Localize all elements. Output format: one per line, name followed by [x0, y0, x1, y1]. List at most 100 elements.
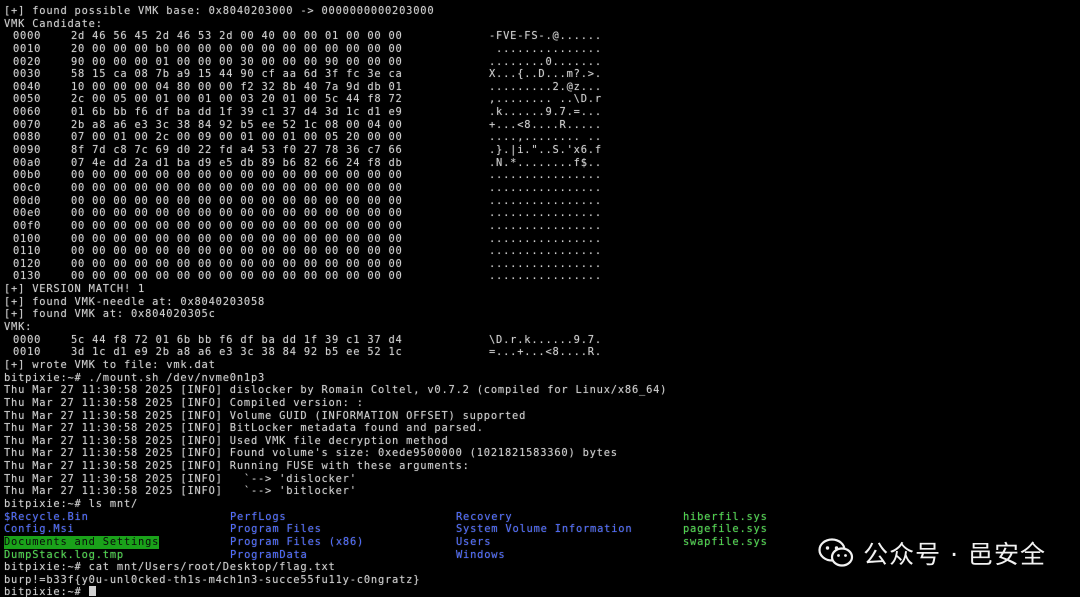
ls-entry: DumpStack.log.tmp	[4, 548, 124, 561]
hex-ascii: .........2.@z...	[489, 80, 602, 93]
hex-bytes: 10 00 00 00 04 80 00 00 f2 32 8b 40 7a 9…	[71, 80, 403, 93]
hex-ascii: ................	[489, 270, 602, 283]
output-line: [+] found VMK-needle at: 0x8040203058	[4, 295, 266, 308]
output-line: VMK Candidate:	[4, 17, 103, 30]
hex-bytes: 00 00 00 00 00 00 00 00 00 00 00 00 00 0…	[71, 181, 403, 194]
hex-ascii: X...{..D...m?.>.	[489, 68, 602, 81]
command-line: bitpixie:~# ls mnt/	[4, 497, 139, 510]
hex-bytes: 00 00 00 00 00 00 00 00 00 00 00 00 00 0…	[71, 245, 403, 258]
ls-entry: ProgramData	[230, 548, 308, 561]
watermark-text: 公众号 · 邑安全	[863, 540, 1046, 569]
hex-ascii: ................	[489, 232, 602, 245]
hexdump-row: 0050 2c 00 05 00 01 00 01 00 03 20 01 00 …	[4, 93, 1080, 106]
hexdump-row: 00e0 00 00 00 00 00 00 00 00 00 00 00 00 …	[4, 207, 1080, 220]
terminal-output: [+] found possible VMK base: 0x804020300…	[4, 5, 1080, 597]
hexdump-row: 0000 5c 44 f8 72 01 6b bb f6 df ba dd 1f …	[4, 334, 1080, 347]
hex-bytes: 00 00 00 00 00 00 00 00 00 00 00 00 00 0…	[71, 270, 403, 283]
hex-address: 0000	[13, 30, 42, 43]
hex-bytes: 58 15 ca 08 7b a9 15 44 90 cf aa 6d 3f f…	[71, 68, 403, 81]
output-line: Thu Mar 27 11:30:58 2025 [INFO] Volume G…	[4, 409, 527, 422]
prompt-line[interactable]: bitpixie:~#	[4, 586, 1080, 597]
hex-ascii: ................	[489, 219, 602, 232]
hex-bytes: 8f 7d c8 7c 69 d0 22 fd a4 53 f0 27 78 3…	[71, 144, 403, 157]
hexdump-row: 0060 01 6b bb f6 df ba dd 1f 39 c1 37 d4 …	[4, 106, 1080, 119]
hex-bytes: 07 00 01 00 2c 00 09 00 01 00 01 00 05 2…	[71, 131, 403, 144]
hex-address: 0010	[13, 42, 42, 55]
command-line: bitpixie:~# ./mount.sh /dev/nvme0n1p3	[4, 371, 266, 384]
hex-address: 0050	[13, 93, 42, 106]
output-line: VMK:	[4, 321, 33, 334]
post-output: [+] wrote VMK to file: vmk.dat bitpixie:~…	[4, 359, 1080, 511]
ls-entry: Documents and Settings	[4, 535, 160, 549]
output-line: Thu Mar 27 11:30:58 2025 [INFO] BitLocke…	[4, 422, 484, 435]
hex-bytes: 90 00 00 00 01 00 00 00 30 00 00 00 90 0…	[71, 55, 403, 68]
hex-bytes: 00 00 00 00 00 00 00 00 00 00 00 00 00 0…	[71, 232, 403, 245]
hex-address: 00e0	[13, 207, 42, 220]
hex-address: 0070	[13, 118, 42, 131]
hexdump-row: 0040 10 00 00 00 04 80 00 00 f2 32 8b 40 …	[4, 81, 1080, 94]
ls-entry: PerfLogs	[230, 510, 287, 523]
output-line: Thu Mar 27 11:30:58 2025 [INFO] dislocke…	[4, 384, 668, 397]
ls-entry: pagefile.sys	[683, 523, 768, 536]
hex-bytes: 5c 44 f8 72 01 6b bb f6 df ba dd 1f 39 c…	[71, 333, 403, 346]
hex-ascii: ................	[489, 194, 602, 207]
hex-ascii: ................	[489, 207, 602, 220]
hex-address: 00a0	[13, 156, 42, 169]
hex-ascii: ................	[489, 245, 602, 258]
hexdump-row: 0020 90 00 00 00 01 00 00 00 30 00 00 00 …	[4, 56, 1080, 69]
hex-ascii: ................	[489, 257, 602, 270]
hexdump-row: 0010 20 00 00 00 b0 00 00 00 00 00 00 00 …	[4, 43, 1080, 56]
hex-bytes: 20 00 00 00 b0 00 00 00 00 00 00 00 00 0…	[71, 42, 403, 55]
hex-address: 00f0	[13, 219, 42, 232]
hex-bytes: 2d 46 56 45 2d 46 53 2d 00 40 00 00 01 0…	[71, 30, 403, 43]
hex-ascii: +...<8....R.....	[489, 118, 602, 131]
hexdump-row: 00d0 00 00 00 00 00 00 00 00 00 00 00 00 …	[4, 195, 1080, 208]
hex-ascii: ................	[489, 169, 602, 182]
hexdump-row: 0090 8f 7d c8 7c 69 d0 22 fd a4 53 f0 27 …	[4, 144, 1080, 157]
hex-address: 0020	[13, 55, 42, 68]
hexdump-row: 00f0 00 00 00 00 00 00 00 00 00 00 00 00 …	[4, 220, 1080, 233]
hex-address: 0110	[13, 245, 42, 258]
hex-address: 0130	[13, 270, 42, 283]
watermark: 公众号 · 邑安全	[818, 535, 1046, 571]
hex-address: 0010	[13, 346, 42, 359]
hex-address: 0080	[13, 131, 42, 144]
hexdump-row: 0110 00 00 00 00 00 00 00 00 00 00 00 00 …	[4, 245, 1080, 258]
shell-prompt: bitpixie:~#	[4, 586, 82, 597]
ls-entry: Recovery	[456, 510, 513, 523]
pre-output: [+] found possible VMK base: 0x804020300…	[4, 5, 1080, 30]
output-line: Thu Mar 27 11:30:58 2025 [INFO] Running …	[4, 460, 470, 473]
hex-ascii: ................	[489, 181, 602, 194]
output-line: Thu Mar 27 11:30:58 2025 [INFO] Used VMK…	[4, 434, 449, 447]
hex-bytes: 00 00 00 00 00 00 00 00 00 00 00 00 00 0…	[71, 207, 403, 220]
hex-ascii: .N.*........f$..	[489, 156, 602, 169]
hex-ascii: ,........ ..\D.r	[489, 93, 602, 106]
ls-entry: Config.Msi	[4, 523, 75, 536]
output-line: Thu Mar 27 11:30:58 2025 [INFO] Found vo…	[4, 447, 618, 460]
ls-entry: Users	[456, 535, 492, 548]
hex-address: 00d0	[13, 194, 42, 207]
hexdump-row: 0080 07 00 01 00 2c 00 09 00 01 00 01 00 …	[4, 131, 1080, 144]
output-line: [+] found VMK at: 0x804020305c	[4, 308, 216, 321]
text-cursor	[88, 586, 96, 597]
hexdump-row: 0070 2b a8 a6 e3 3c 38 84 92 b5 ee 52 1c …	[4, 119, 1080, 132]
hex-address: 00c0	[13, 181, 42, 194]
mid-output: [+] VERSION MATCH! 1 [+] found VMK-needle…	[4, 283, 1080, 334]
hex-bytes: 00 00 00 00 00 00 00 00 00 00 00 00 00 0…	[71, 257, 403, 270]
terminal-window[interactable]: [+] found possible VMK base: 0x804020300…	[0, 0, 1080, 597]
hex-ascii: ........0.......	[489, 55, 602, 68]
flag-output: burp!=b33f{y0u-unl0cked-th1s-m4ch1n3-suc…	[4, 573, 421, 586]
hex-bytes: 2b a8 a6 e3 3c 38 84 92 b5 ee 52 1c 08 0…	[71, 118, 403, 131]
hex-ascii: .}.|i."..S.'x6.f	[489, 144, 602, 157]
output-line: [+] found possible VMK base: 0x804020300…	[4, 5, 435, 17]
hexdump-row: 00a0 07 4e dd 2a d1 ba d9 e5 db 89 b6 82 …	[4, 157, 1080, 170]
hex-address: 0120	[13, 257, 42, 270]
output-line: Thu Mar 27 11:30:58 2025 [INFO] `--> 'bi…	[4, 485, 357, 498]
hex-bytes: 3d 1c d1 e9 2b a8 a6 e3 3c 38 84 92 b5 e…	[71, 346, 403, 359]
hex-bytes: 00 00 00 00 00 00 00 00 00 00 00 00 00 0…	[71, 219, 403, 232]
hex-address: 0000	[13, 333, 42, 346]
wechat-icon	[818, 538, 854, 567]
ls-entry: Program Files (x86)	[230, 535, 365, 548]
output-line: [+] wrote VMK to file: vmk.dat	[4, 358, 216, 371]
hex-bytes: 00 00 00 00 00 00 00 00 00 00 00 00 00 0…	[71, 169, 403, 182]
